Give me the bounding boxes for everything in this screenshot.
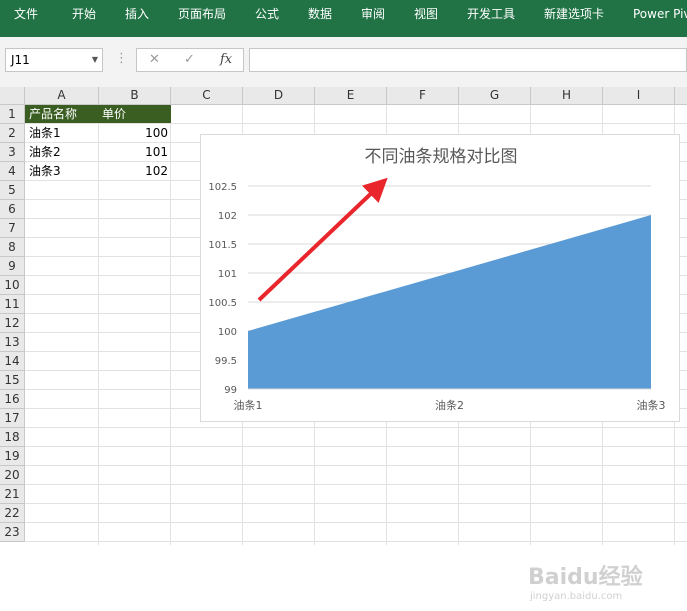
spreadsheet-grid: A B C D E F G H I 1 2 3 4 5 6 7 8 9 10 1… [0,87,687,602]
red-arrow-annotation [257,177,388,302]
tab-page-layout[interactable]: 页面布局 [178,0,226,30]
row-header[interactable]: 21 [0,485,25,504]
column-header-g[interactable]: G [459,87,531,105]
column-header-e[interactable]: E [315,87,387,105]
tab-formulas[interactable]: 公式 [255,0,279,30]
x-tick-label: 油条1 [234,398,263,412]
confirm-icon[interactable]: ✓ [184,49,195,71]
gridline [25,503,687,504]
row-header[interactable]: 19 [0,447,25,466]
row-header[interactable]: 5 [0,181,25,200]
watermark-url: jingyan.baidu.com [530,591,623,602]
gridline [25,465,687,466]
row-header[interactable]: 15 [0,371,25,390]
row-header[interactable]: 22 [0,504,25,523]
y-tick-label: 101.5 [208,240,237,251]
insert-function-icon[interactable]: fx [220,49,232,71]
column-header-h[interactable]: H [531,87,603,105]
tab-developer[interactable]: 开发工具 [467,0,515,30]
gridline [25,446,687,447]
chevron-down-icon[interactable]: ▼ [92,49,98,71]
cell-b2[interactable]: 100 [99,124,168,142]
y-tick-label: 100 [218,327,237,338]
cell-b3[interactable]: 101 [99,143,168,161]
column-header-i[interactable]: I [603,87,675,105]
row-header[interactable]: 3 [0,143,25,162]
formula-bar: J11 ▼ ⋮ ✕ ✓ fx [0,37,687,88]
tab-data[interactable]: 数据 [308,0,332,30]
cancel-icon[interactable]: ✕ [149,49,160,71]
y-tick-label: 99.5 [215,356,237,367]
row-header[interactable]: 6 [0,200,25,219]
area-chart: 不同油条规格对比图 99 99.5 100 100.5 101 101.5 102 102.5… [208,147,666,412]
cell-b4[interactable]: 102 [99,162,168,180]
gridline [25,541,687,542]
row-header[interactable]: 10 [0,276,25,295]
more-options-icon[interactable]: ⋮ [115,51,128,66]
row-header[interactable]: 11 [0,295,25,314]
tab-power-pivot[interactable]: Power Piv [633,0,687,30]
row-header[interactable]: 18 [0,428,25,447]
cell-a4[interactable]: 油条3 [29,162,61,180]
tab-home[interactable]: 开始 [72,0,96,30]
x-tick-label: 油条3 [637,398,666,412]
column-header-c[interactable]: C [171,87,243,105]
tab-review[interactable]: 审阅 [361,0,385,30]
row-header[interactable]: 16 [0,390,25,409]
tab-new-tab[interactable]: 新建选项卡 [544,0,604,30]
watermark-logo: Baidu经验 [528,565,643,590]
tab-insert[interactable]: 插入 [125,0,149,30]
tab-file[interactable]: 文件 [14,0,38,30]
chart-title: 不同油条规格对比图 [365,147,518,167]
formula-input[interactable] [249,48,687,72]
column-header-b[interactable]: B [99,87,171,105]
column-header-a[interactable]: A [25,87,99,105]
chart-object[interactable]: 不同油条规格对比图 99 99.5 100 100.5 101 101.5 102 102.5… [200,134,680,422]
cell-a1[interactable]: 产品名称 [25,105,98,123]
y-tick-label: 102.5 [208,182,237,193]
y-tick-label: 99 [224,385,237,396]
y-tick-label: 101 [218,269,237,280]
row-header[interactable]: 12 [0,314,25,333]
gridline [25,522,687,523]
row-header[interactable]: 8 [0,238,25,257]
row-header[interactable]: 13 [0,333,25,352]
y-tick-label: 100.5 [208,298,237,309]
column-header-f[interactable]: F [387,87,459,105]
row-header[interactable]: 9 [0,257,25,276]
row-header[interactable]: 7 [0,219,25,238]
name-box[interactable]: J11 ▼ [5,48,103,72]
gridline [25,484,687,485]
row-header[interactable]: 23 [0,523,25,542]
baidu-watermark: Baidu经验 jingyan.baidu.com [528,559,678,611]
gridline [25,427,687,428]
cell-a2[interactable]: 油条1 [29,124,61,142]
column-header-j[interactable] [675,87,687,105]
x-tick-label: 油条2 [435,398,464,412]
ribbon-bar: 文件 开始 插入 页面布局 公式 数据 审阅 视图 开发工具 新建选项卡 Pow… [0,0,687,37]
tab-view[interactable]: 视图 [414,0,438,30]
select-all-corner[interactable] [0,87,25,105]
row-header[interactable]: 17 [0,409,25,428]
row-header[interactable]: 2 [0,124,25,143]
row-header[interactable]: 14 [0,352,25,371]
cell-b1[interactable]: 单价 [98,105,171,123]
row-header[interactable]: 20 [0,466,25,485]
row-header[interactable]: 4 [0,162,25,181]
cell-a3[interactable]: 油条2 [29,143,61,161]
gridline [170,105,171,545]
formula-buttons: ✕ ✓ fx [136,48,244,72]
name-box-value: J11 [11,53,30,67]
column-header-d[interactable]: D [243,87,315,105]
y-tick-label: 102 [218,211,237,222]
row-header[interactable]: 1 [0,105,25,124]
